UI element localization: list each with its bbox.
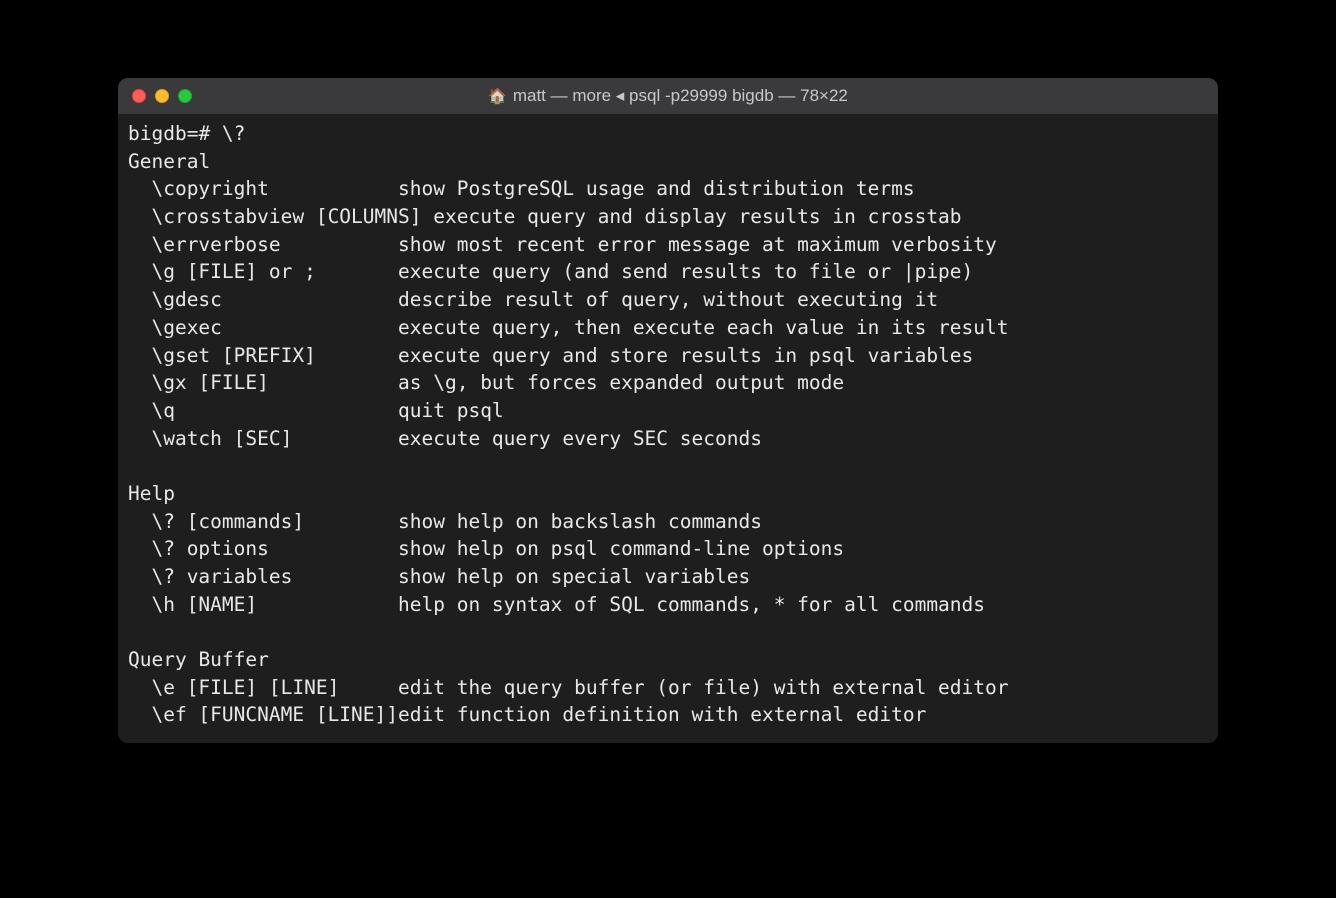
help-command: \gexec	[128, 314, 398, 342]
minimize-button[interactable]	[155, 89, 169, 103]
help-command: \e [FILE] [LINE]	[128, 674, 398, 702]
help-line: \gexecexecute query, then execute each v…	[128, 314, 1208, 342]
help-command: \? options	[128, 535, 398, 563]
help-command: \h [NAME]	[128, 591, 398, 619]
help-line: \gx [FILE]as \g, but forces expanded out…	[128, 369, 1208, 397]
help-description: show help on special variables	[398, 565, 750, 588]
section-header: General	[128, 148, 1208, 176]
section-header: Query Buffer	[128, 646, 1208, 674]
help-line: \ef [FUNCNAME [LINE]]edit function defin…	[128, 701, 1208, 729]
help-line: \gdescdescribe result of query, without …	[128, 286, 1208, 314]
help-line: \? optionsshow help on psql command-line…	[128, 535, 1208, 563]
zoom-button[interactable]	[178, 89, 192, 103]
help-command: \? [commands]	[128, 508, 398, 536]
help-command: \g [FILE] or ;	[128, 258, 398, 286]
help-command: \q	[128, 397, 398, 425]
help-description: execute query (and send results to file …	[398, 260, 973, 283]
help-line: \e [FILE] [LINE]edit the query buffer (o…	[128, 674, 1208, 702]
help-command: \gset [PREFIX]	[128, 342, 398, 370]
help-line: \qquit psql	[128, 397, 1208, 425]
help-line: \g [FILE] or ;execute query (and send re…	[128, 258, 1208, 286]
help-command: \ef [FUNCNAME [LINE]]	[128, 701, 398, 729]
titlebar[interactable]: 🏠 matt — more ◂ psql -p29999 bigdb — 78×…	[118, 78, 1218, 114]
prompt-line: bigdb=# \?	[128, 120, 1208, 148]
help-description: show help on psql command-line options	[398, 537, 844, 560]
help-description: describe result of query, without execut…	[398, 288, 938, 311]
prompt: bigdb=#	[128, 120, 222, 148]
help-description: show most recent error message at maximu…	[398, 233, 997, 256]
help-line: \errverboseshow most recent error messag…	[128, 231, 1208, 259]
help-description: help on syntax of SQL commands, * for al…	[398, 593, 985, 616]
window-title: 🏠 matt — more ◂ psql -p29999 bigdb — 78×…	[118, 86, 1218, 106]
help-description: edit the query buffer (or file) with ext…	[398, 676, 1008, 699]
section-header: Help	[128, 480, 1208, 508]
help-description: show PostgreSQL usage and distribution t…	[398, 177, 915, 200]
help-description: execute query and store results in psql …	[398, 344, 973, 367]
help-command: \copyright	[128, 175, 398, 203]
help-description: execute query, then execute each value i…	[398, 316, 1008, 339]
help-description: edit function definition with external e…	[398, 703, 926, 726]
blank-line	[128, 452, 1208, 480]
help-description: as \g, but forces expanded output mode	[398, 371, 844, 394]
help-line: \? variablesshow help on special variabl…	[128, 563, 1208, 591]
help-command: \? variables	[128, 563, 398, 591]
help-description: show help on backslash commands	[398, 510, 762, 533]
help-command: \gx [FILE]	[128, 369, 398, 397]
close-button[interactable]	[132, 89, 146, 103]
help-line: \crosstabview [COLUMNS]execute query and…	[128, 203, 1208, 231]
traffic-lights	[132, 89, 192, 103]
terminal-body[interactable]: bigdb=# \?General\copyrightshow PostgreS…	[118, 114, 1218, 743]
terminal-window: 🏠 matt — more ◂ psql -p29999 bigdb — 78×…	[118, 78, 1218, 743]
help-line: \h [NAME]help on syntax of SQL commands,…	[128, 591, 1208, 619]
help-command: \crosstabview [COLUMNS]	[128, 203, 433, 231]
help-command: \errverbose	[128, 231, 398, 259]
help-command: \gdesc	[128, 286, 398, 314]
help-description: execute query and display results in cro…	[433, 205, 961, 228]
blank-line	[128, 618, 1208, 646]
help-description: execute query every SEC seconds	[398, 427, 762, 450]
help-line: \gset [PREFIX]execute query and store re…	[128, 342, 1208, 370]
window-title-text: matt — more ◂ psql -p29999 bigdb — 78×22	[513, 86, 848, 106]
help-line: \watch [SEC]execute query every SEC seco…	[128, 425, 1208, 453]
help-command: \watch [SEC]	[128, 425, 398, 453]
home-icon: 🏠	[488, 87, 507, 105]
help-description: quit psql	[398, 399, 504, 422]
help-line: \? [commands]show help on backslash comm…	[128, 508, 1208, 536]
help-line: \copyrightshow PostgreSQL usage and dist…	[128, 175, 1208, 203]
typed-command: \?	[222, 120, 245, 148]
